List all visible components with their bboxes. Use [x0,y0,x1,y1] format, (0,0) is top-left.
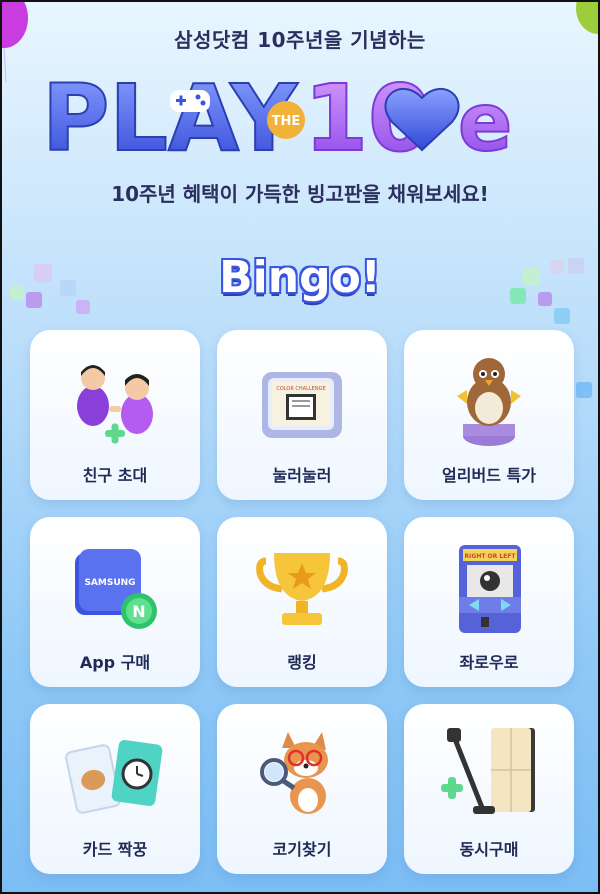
svg-text:N: N [132,602,145,621]
bingo-card-label: 눌러눌러 [272,466,332,485]
corgi-icon [260,732,328,814]
bingo-card-ranking[interactable]: 랭킹 [217,517,387,687]
decor-cube [554,308,570,324]
svg-text:PLAY: PLAY [42,65,298,168]
bingo-card-label: 동시구매 [459,840,519,859]
bingo-card-label: 코기찾기 [272,840,332,859]
page-tagline: 10주년 혜택이 가득한 빙고판을 채워보세요! [111,182,489,206]
svg-text:e: e [458,76,512,168]
bingo-card-label: 얼리버드 특가 [442,466,536,485]
play-the-10ve-logo: PLAY THE 10 e [42,64,513,168]
bingo-card-bundle-purchase[interactable]: 동시구매 [404,704,574,874]
vacuum-fridge-icon [441,728,535,814]
friends-invite-icon [77,365,153,444]
trophy-icon [256,553,348,625]
bingo-card-find-corgi[interactable]: 코기찾기 [217,704,387,874]
event-page: 삼성닷컴 10주년을 기념하는 PLAY THE 10 e 10주년 혜택이 가… [0,0,600,894]
tv-press-icon: COLOR CHALLENGE [262,372,342,438]
page-subtitle: 삼성닷컴 10주년을 기념하는 [174,28,426,52]
samsung-app-icon: SAMSUNG N [75,549,157,629]
bingo-card-early-bird[interactable]: 얼리버드 특가 [404,330,574,500]
bingo-card-left-right[interactable]: RIGHT OR LEFT 좌로우로 [404,517,574,687]
svg-text:COLOR CHALLENGE: COLOR CHALLENGE [276,386,325,392]
bingo-card-friend-invite[interactable]: 친구 초대 [30,330,200,500]
svg-text:SAMSUNG: SAMSUNG [84,578,135,588]
bingo-card-label: 카드 짝꿍 [82,840,148,859]
arcade-machine-icon: RIGHT OR LEFT [459,545,521,633]
bingo-card-app-purchase[interactable]: SAMSUNG N App 구매 [30,517,200,687]
svg-text:THE: THE [272,114,301,129]
bingo-card-label: 친구 초대 [82,466,148,485]
svg-text:RIGHT OR LEFT: RIGHT OR LEFT [465,553,517,560]
card-match-icon [65,740,163,814]
bingo-card-label: 좌로우로 [459,653,519,672]
bird-earlybird-icon [457,358,521,446]
bingo-card-label: App 구매 [79,653,151,672]
bingo-grid: 친구 초대 COLOR CHALLENGE 눌러눌러 얼리버드 특가 SAMSU… [30,330,574,874]
decor-cube [576,382,592,398]
bingo-card-label: 랭킹 [287,653,317,672]
bingo-title: Bingo! [219,252,381,303]
bingo-card-card-match[interactable]: 카드 짝꿍 [30,704,200,874]
bingo-card-press-press[interactable]: COLOR CHALLENGE 눌러눌러 [217,330,387,500]
